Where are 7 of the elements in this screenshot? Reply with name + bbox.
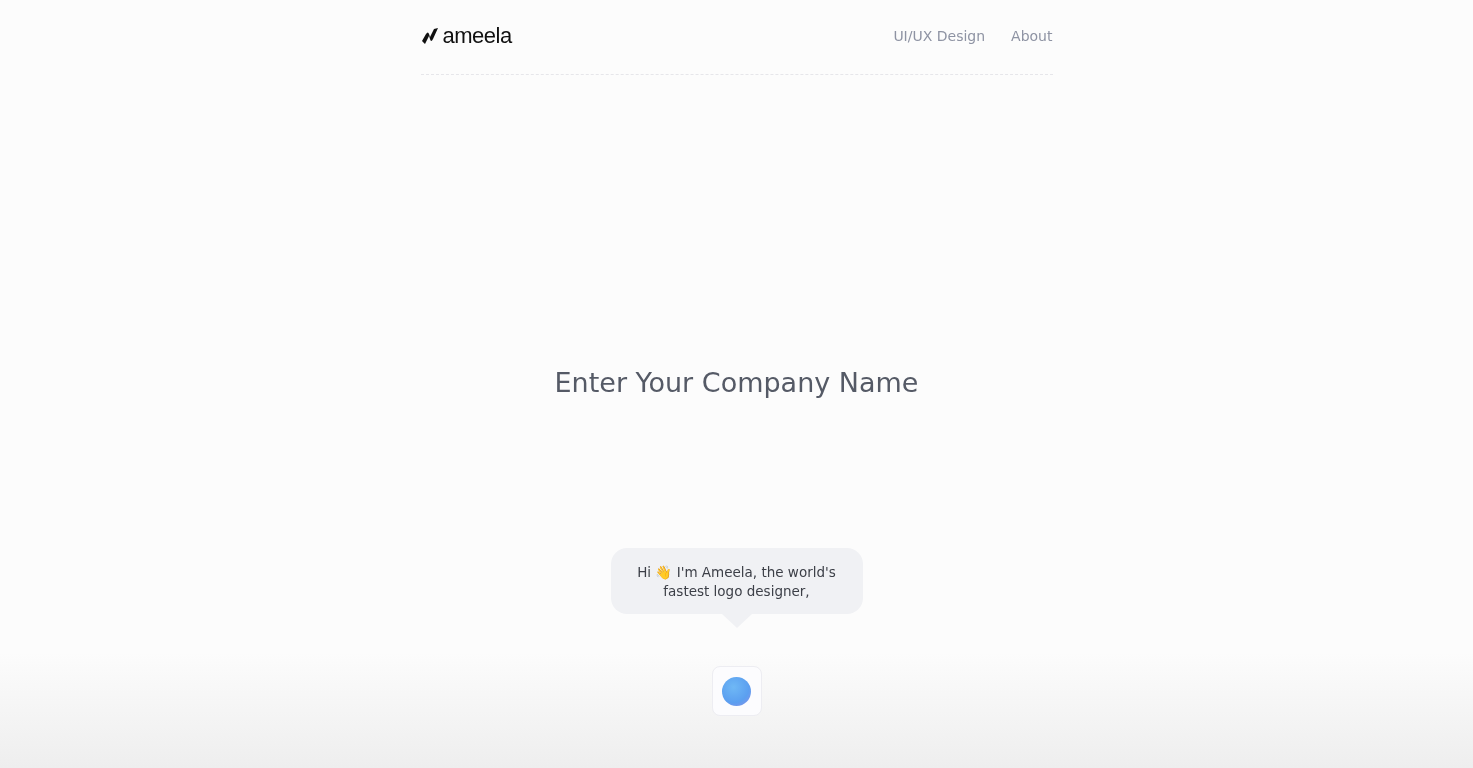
assistant-button[interactable] xyxy=(711,666,762,716)
page-heading: Enter Your Company Name xyxy=(554,367,919,398)
logo-wordmark[interactable]: ameela xyxy=(442,23,512,49)
nav-link[interactable]: About xyxy=(1011,28,1053,44)
logo-icon xyxy=(420,27,439,45)
nav-link[interactable]: UI/UX Design xyxy=(893,28,986,44)
greeting-text: Hi 👋 I'm Ameela, the world's fastest logo designer, xyxy=(637,564,836,599)
